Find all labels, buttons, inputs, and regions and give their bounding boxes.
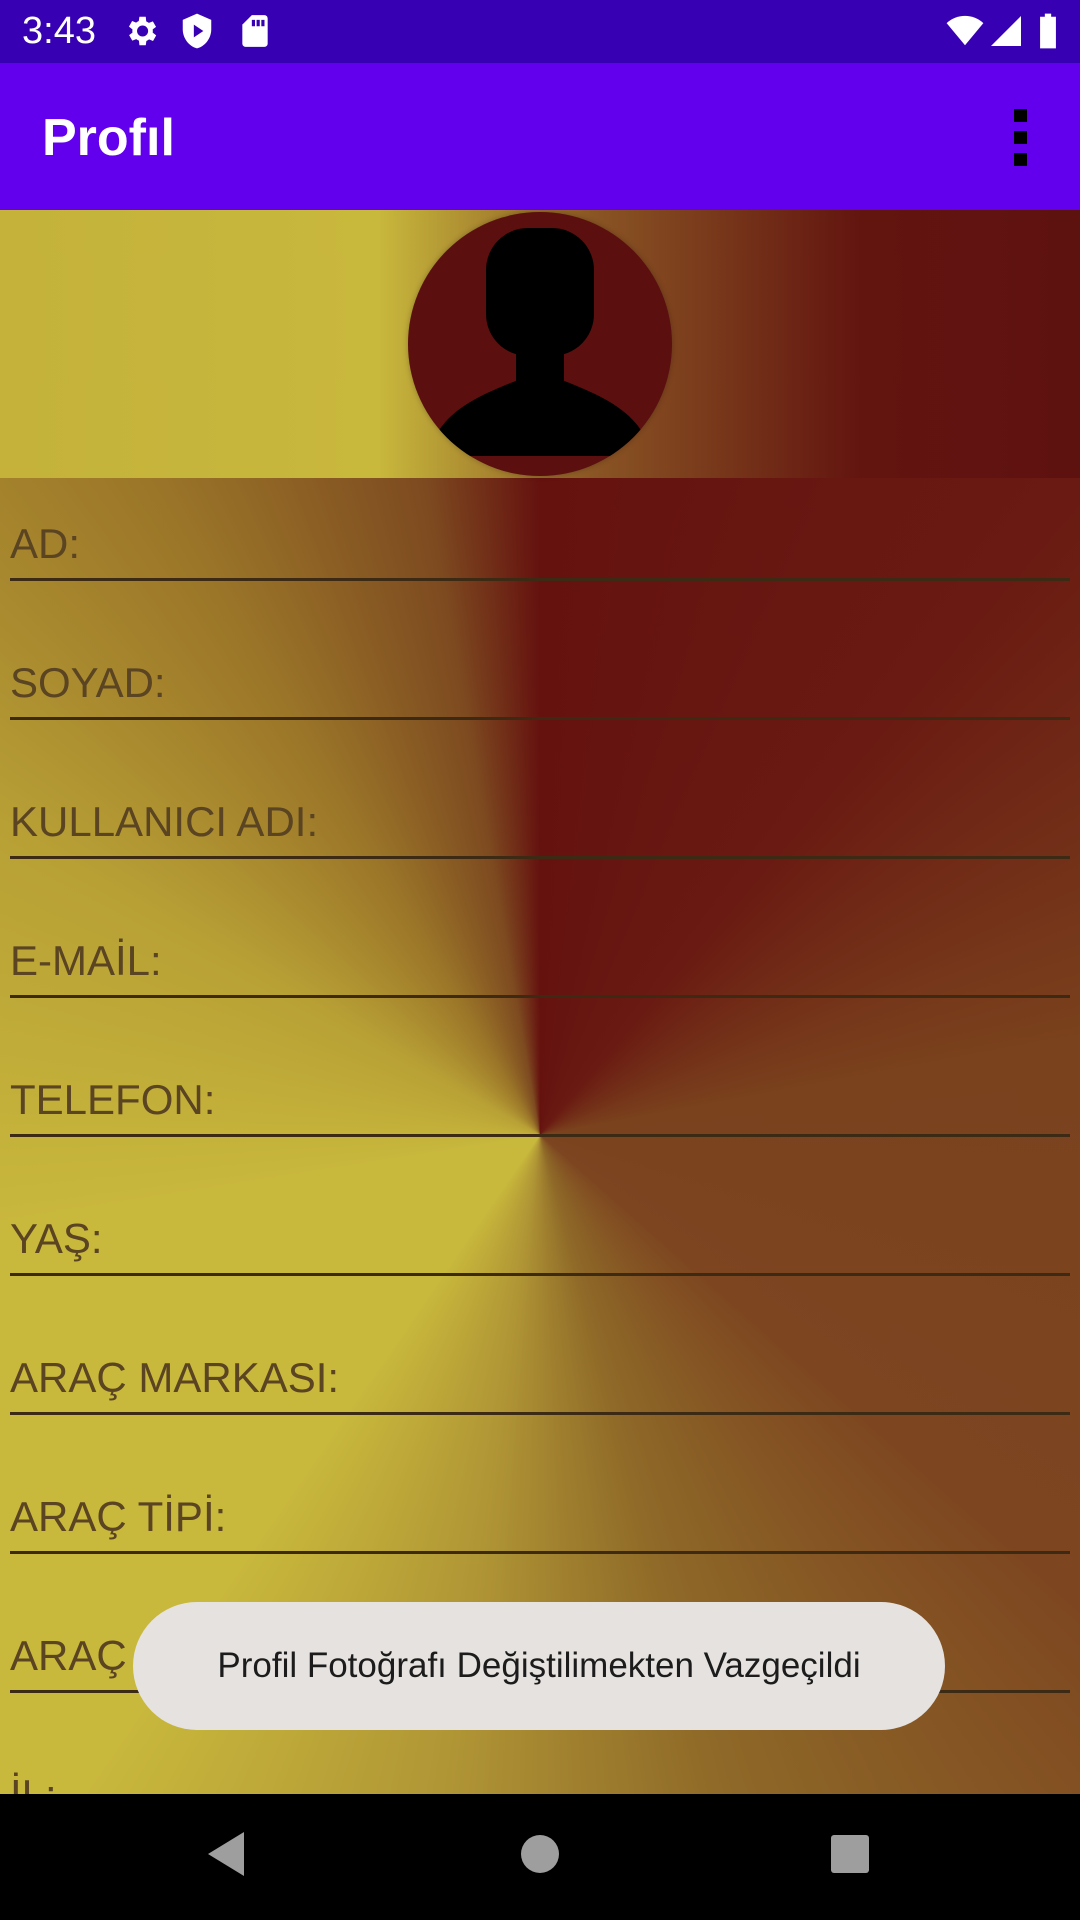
field-label: İL: bbox=[10, 1771, 57, 1794]
wifi-icon bbox=[944, 12, 986, 55]
signal-icon bbox=[988, 12, 1024, 55]
home-circle-icon[interactable] bbox=[510, 1824, 570, 1889]
field-label: SOYAD: bbox=[10, 659, 166, 706]
field-kullanici-adi[interactable]: KULLANICI ADI: bbox=[10, 756, 1070, 859]
battery-icon bbox=[1036, 12, 1060, 55]
status-time: 3:43 bbox=[22, 10, 96, 52]
field-arac-markasi[interactable]: ARAÇ MARKASI: bbox=[10, 1312, 1070, 1415]
toast-message: Profil Fotoğrafı Değiştilimekten Vazgeçi… bbox=[133, 1602, 945, 1730]
field-ad[interactable]: AD: bbox=[10, 478, 1070, 581]
field-soyad[interactable]: SOYAD: bbox=[10, 617, 1070, 720]
field-label: ARAÇ TİPİ: bbox=[10, 1493, 227, 1540]
more-options-button[interactable] bbox=[992, 97, 1048, 177]
field-label: AD: bbox=[10, 520, 81, 567]
page-title: Profıl bbox=[42, 109, 175, 167]
sd-card-icon bbox=[236, 12, 274, 55]
back-triangle-icon[interactable] bbox=[198, 1824, 258, 1889]
field-label: TELEFON: bbox=[10, 1076, 216, 1123]
profile-content: AD: SOYAD: KULLANICI ADI: E-MAİL: TELEFO… bbox=[0, 210, 1080, 1794]
avatar[interactable] bbox=[408, 212, 672, 476]
status-bar: 3:43 bbox=[0, 0, 1080, 63]
field-label: E-MAİL: bbox=[10, 937, 162, 984]
app-bar: Profıl bbox=[0, 63, 1080, 210]
field-email[interactable]: E-MAİL: bbox=[10, 895, 1070, 998]
gear-icon bbox=[122, 12, 160, 55]
field-label: KULLANICI ADI: bbox=[10, 798, 319, 845]
navigation-bar bbox=[0, 1794, 1080, 1920]
shield-play-icon bbox=[178, 12, 216, 55]
field-label: ARAÇ MARKASI: bbox=[10, 1354, 340, 1401]
more-vert-icon bbox=[1013, 108, 1027, 122]
field-yas[interactable]: YAŞ: bbox=[10, 1173, 1070, 1276]
field-arac-tipi[interactable]: ARAÇ TİPİ: bbox=[10, 1451, 1070, 1554]
field-il[interactable]: İL: bbox=[10, 1729, 1070, 1794]
person-silhouette-icon bbox=[428, 228, 652, 456]
recents-square-icon[interactable] bbox=[820, 1824, 880, 1889]
field-telefon[interactable]: TELEFON: bbox=[10, 1034, 1070, 1137]
field-label: YAŞ: bbox=[10, 1215, 103, 1262]
